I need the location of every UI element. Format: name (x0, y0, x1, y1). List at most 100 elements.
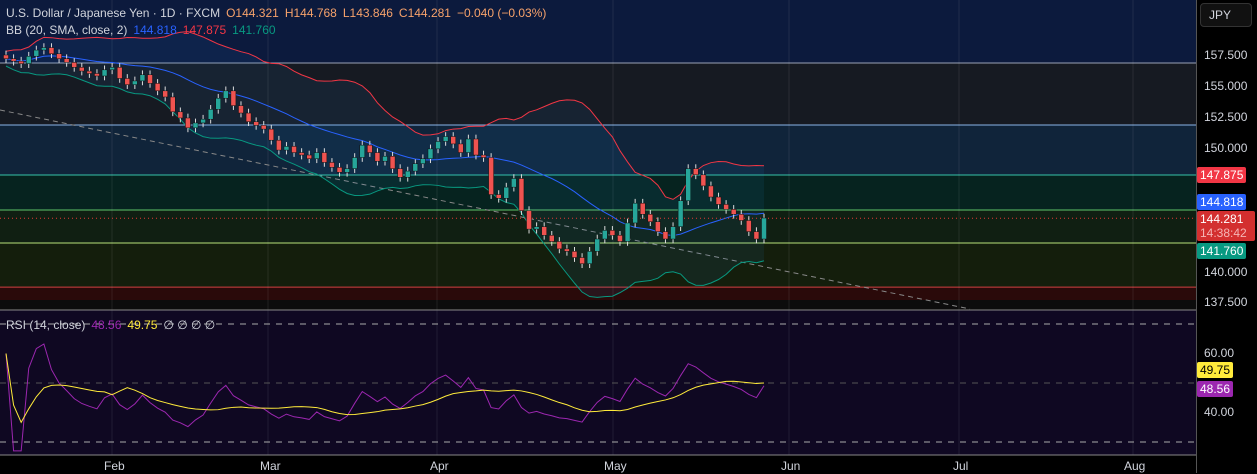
candle (132, 80, 138, 85)
candle (404, 170, 411, 178)
last-price-tag: 144.281 14:38:42 (1197, 211, 1255, 241)
candle (116, 67, 123, 79)
candle (71, 62, 77, 68)
candle (238, 105, 244, 114)
price-tick: 140.000 (1204, 265, 1248, 279)
bb-basis-tag: 144.818 (1197, 194, 1247, 210)
candle (442, 136, 449, 142)
rsi-label: RSI (14, close) (6, 318, 86, 332)
candle (336, 167, 343, 173)
candle (177, 111, 184, 119)
rsi-value: 48.56 (91, 318, 122, 332)
rsi-tick: 40.00 (1204, 405, 1235, 419)
candle (162, 90, 168, 98)
candle (738, 214, 745, 221)
candle (351, 157, 358, 169)
candle (283, 146, 290, 151)
candle (685, 168, 691, 201)
candle (63, 58, 70, 63)
candle (420, 158, 426, 164)
candle (344, 168, 350, 173)
candle (185, 117, 191, 129)
bb-legend[interactable]: BB (20, SMA, close, 2) 144.818 147.875 141.… (6, 23, 282, 37)
time-label: Mar (260, 459, 281, 473)
candle (624, 222, 631, 242)
currency-button[interactable]: JPY (1200, 3, 1252, 27)
time-label: Feb (104, 459, 125, 473)
candle (276, 139, 282, 151)
candle (556, 241, 563, 250)
candle (495, 194, 502, 199)
candle (753, 231, 760, 240)
candle (708, 185, 714, 198)
candle (25, 55, 32, 64)
candle (245, 112, 252, 122)
candle (503, 186, 510, 199)
candle (730, 209, 737, 215)
candle (715, 196, 722, 205)
candle (79, 67, 85, 72)
candle (473, 138, 479, 156)
rsi-value-tag: 48.56 (1197, 381, 1234, 397)
chart-window: U.S. Dollar / Japanese Yen · 1D · FXCM O1… (0, 0, 1257, 474)
candle (761, 217, 767, 240)
candle (260, 125, 267, 130)
candle (746, 220, 752, 232)
price-tick: 157.500 (1204, 48, 1248, 62)
candle (723, 204, 729, 210)
candle (518, 178, 525, 211)
candle (200, 118, 206, 124)
candle (435, 141, 441, 150)
price-tick: 150.000 (1204, 141, 1248, 155)
candle (10, 58, 17, 62)
rsi-ma-tag: 49.75 (1197, 362, 1234, 378)
rsi-legend[interactable]: RSI (14, close) 48.56 49.75 ∅ ∅ ∅ ∅ (6, 318, 221, 332)
candle (549, 235, 555, 242)
candle (253, 121, 259, 126)
chart-canvas[interactable] (0, 0, 1196, 474)
candle (33, 49, 40, 57)
candle (526, 210, 532, 230)
low-value: L143.846 (342, 6, 393, 20)
candle (359, 144, 366, 158)
candle (314, 152, 320, 159)
candle (41, 47, 47, 51)
candle (677, 200, 684, 227)
candle (207, 109, 214, 120)
candle (291, 146, 297, 153)
time-label: Apr (430, 459, 449, 473)
candle (101, 69, 108, 77)
candle (139, 74, 146, 82)
candle (465, 138, 472, 153)
candle (571, 251, 578, 258)
candle (374, 152, 381, 162)
time-label: Aug (1124, 459, 1146, 473)
price-tick: 137.500 (1204, 295, 1248, 309)
candle (94, 73, 100, 77)
candle (458, 143, 464, 153)
price-zone (0, 300, 1196, 310)
bb-label: BB (20, SMA, close, 2) (6, 23, 128, 37)
symbol-title[interactable]: U.S. Dollar / Japanese Yen · 1D · FXCM (6, 6, 220, 20)
candle (18, 60, 24, 64)
candle (56, 53, 62, 59)
symbol-legend: U.S. Dollar / Japanese Yen · 1D · FXCM O1… (6, 6, 552, 20)
candle (367, 144, 373, 153)
candle (594, 238, 600, 252)
candle (450, 136, 456, 145)
price-tick: 155.000 (1204, 79, 1248, 93)
bb-basis-value: 144.818 (133, 23, 177, 37)
candle (662, 231, 669, 240)
candle (223, 90, 229, 99)
bb-upper-value: 147.875 (182, 23, 227, 37)
time-label: Jul (953, 459, 969, 473)
bb-lower-tag: 141.760 (1197, 243, 1247, 259)
candle (564, 248, 570, 252)
candle (602, 230, 608, 240)
candle (192, 122, 199, 129)
high-value: H144.768 (284, 6, 337, 20)
candle (632, 202, 638, 224)
candle (639, 202, 646, 215)
candle (170, 96, 176, 113)
last-price: 144.281 (1200, 212, 1244, 226)
